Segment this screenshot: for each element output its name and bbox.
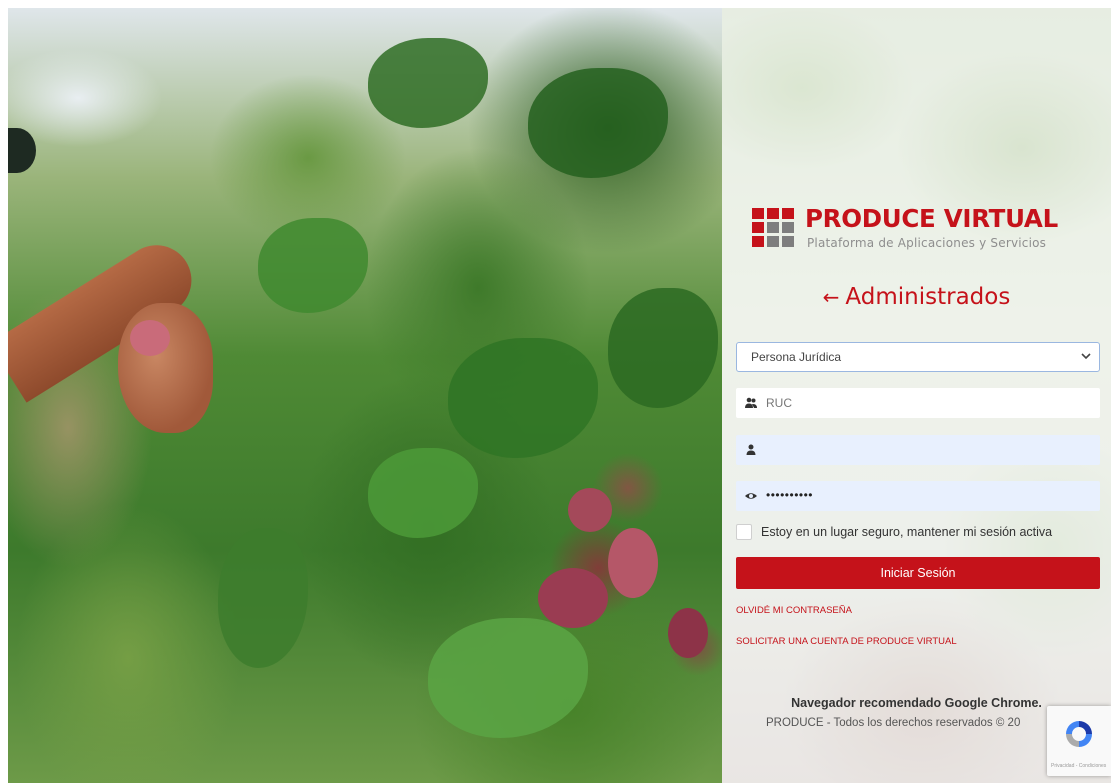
chevron-down-icon — [1081, 353, 1091, 360]
remember-me[interactable]: Estoy en un lugar seguro, mantener mi se… — [736, 524, 1106, 542]
brand-title: PRODUCE VIRTUAL — [805, 204, 1058, 233]
remember-label[interactable]: Estoy en un lugar seguro, mantener mi se… — [761, 525, 1052, 539]
section-heading[interactable]: ← Administrados — [722, 284, 1111, 310]
brand-logo: PRODUCE VIRTUAL Plataforma de Aplicacion… — [752, 204, 1107, 256]
username-field[interactable] — [736, 435, 1100, 465]
ruc-placeholder: RUC — [766, 396, 792, 410]
person-type-select[interactable]: Persona Jurídica — [736, 342, 1100, 372]
eye-icon — [745, 493, 757, 499]
login-panel: PRODUCE VIRTUAL Plataforma de Aplicacion… — [722, 8, 1111, 783]
vineyard-photo — [8, 8, 722, 783]
login-button[interactable]: Iniciar Sesión — [736, 557, 1100, 589]
password-field[interactable]: •••••••••• — [736, 481, 1100, 511]
ruc-field[interactable]: RUC — [736, 388, 1100, 418]
person-type-selected: Persona Jurídica — [751, 350, 842, 364]
recaptcha-icon — [1066, 721, 1092, 747]
remember-checkbox[interactable] — [736, 524, 752, 540]
user-icon — [746, 444, 756, 455]
hat-shape — [8, 128, 36, 173]
logo-grid-icon — [752, 208, 795, 248]
section-title: Administrados — [845, 284, 1011, 310]
request-account-link[interactable]: SOLICITAR UNA CUENTA DE PRODUCE VIRTUAL — [736, 636, 957, 647]
recaptcha-badge[interactable]: Privacidad - Condiciones — [1047, 706, 1111, 776]
hand-holding-grapes — [118, 303, 213, 433]
copyright-text: PRODUCE - Todos los derechos reservados … — [766, 717, 1021, 729]
recaptcha-terms[interactable]: Privacidad - Condiciones — [1051, 763, 1106, 769]
users-icon — [745, 397, 757, 408]
brand-subtitle: Plataforma de Aplicaciones y Servicios — [807, 236, 1047, 250]
password-value: •••••••••• — [766, 488, 814, 502]
forgot-password-link[interactable]: OLVIDÉ MI CONTRASEÑA — [736, 605, 852, 616]
page-frame: PRODUCE VIRTUAL Plataforma de Aplicacion… — [8, 8, 1111, 783]
back-arrow-icon[interactable]: ← — [823, 285, 840, 309]
